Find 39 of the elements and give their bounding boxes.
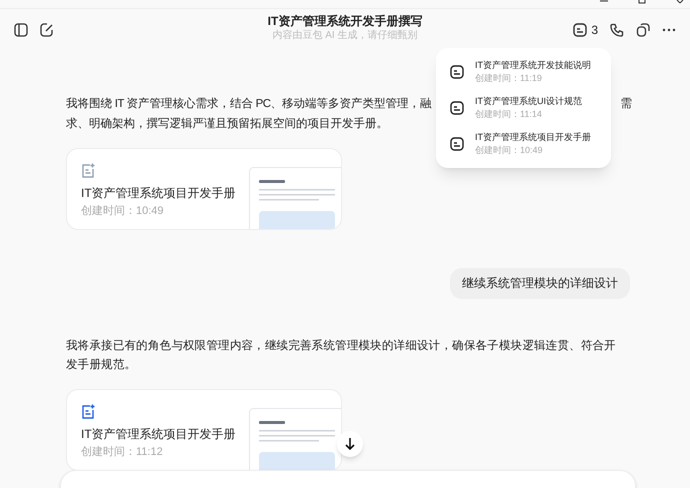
more-icon[interactable]	[662, 28, 676, 32]
document-icon	[572, 22, 588, 38]
phone-icon[interactable]	[610, 22, 624, 36]
assistant-message: 求、明确架构，撰写逻辑严谨且预留拓展空间的项目开发手册。	[66, 116, 388, 132]
document-sparkle-icon	[81, 163, 95, 178]
document-title: IT资产管理系统开发技能说明	[475, 59, 591, 72]
assistant-message: 我将承接已有的角色与权限管理内容，继续完善系统管理模块的详细设计，确保各子模块逻辑连贯、符合开发手册规范。	[66, 338, 617, 373]
document-icon	[449, 100, 465, 116]
arrow-down-icon	[345, 438, 355, 450]
assistant-message: 我将围绕 IT 资产管理核心需求，结合 PC、移动端等多资产类型管理，融	[66, 96, 432, 112]
document-card[interactable]: IT资产管理系统项目开发手册 创建时间：10:49	[66, 148, 342, 230]
document-title: IT资产管理系统项目开发手册	[81, 426, 236, 443]
edit-icon[interactable]	[40, 22, 54, 36]
document-time: 创建时间：10:49	[81, 204, 164, 219]
sidebar-toggle-icon[interactable]	[14, 22, 28, 36]
document-list-item[interactable]: IT资产管理系统项目开发手册 创建时间：10:49	[436, 126, 611, 162]
close-icon[interactable]	[676, 0, 684, 4]
document-time: 创建时间：11:19	[475, 72, 543, 85]
minimize-icon[interactable]	[600, 0, 608, 4]
document-title: IT资产管理系统项目开发手册	[475, 131, 591, 144]
chat-title: IT资产管理系统开发手册撰写	[268, 13, 422, 29]
document-icon	[449, 136, 465, 152]
document-sparkle-icon	[81, 404, 95, 419]
scroll-down-button[interactable]	[337, 431, 363, 457]
ai-disclaimer: 内容由豆包 AI 生成，请仔细甄别	[272, 29, 418, 42]
document-title: IT资产管理系统项目开发手册	[81, 185, 236, 202]
document-list-item[interactable]: IT资产管理系统UI设计规范 创建时间：11:14	[436, 90, 611, 126]
document-time: 创建时间：11:12	[81, 445, 163, 460]
document-list-item[interactable]: IT资产管理系统开发技能说明 创建时间：11:19	[436, 54, 611, 90]
document-time: 创建时间：11:14	[475, 108, 543, 121]
document-title: IT资产管理系统UI设计规范	[475, 95, 582, 108]
user-message: 继续系统管理模块的详细设计	[450, 268, 630, 299]
maximize-icon[interactable]	[638, 0, 646, 4]
document-card[interactable]: IT资产管理系统项目开发手册 创建时间：11:12	[66, 389, 342, 471]
documents-button[interactable]: 3	[572, 20, 598, 38]
assistant-message: 需	[620, 96, 632, 112]
document-time: 创建时间：10:49	[475, 144, 544, 157]
copy-icon[interactable]	[636, 22, 650, 36]
document-icon	[449, 64, 465, 80]
